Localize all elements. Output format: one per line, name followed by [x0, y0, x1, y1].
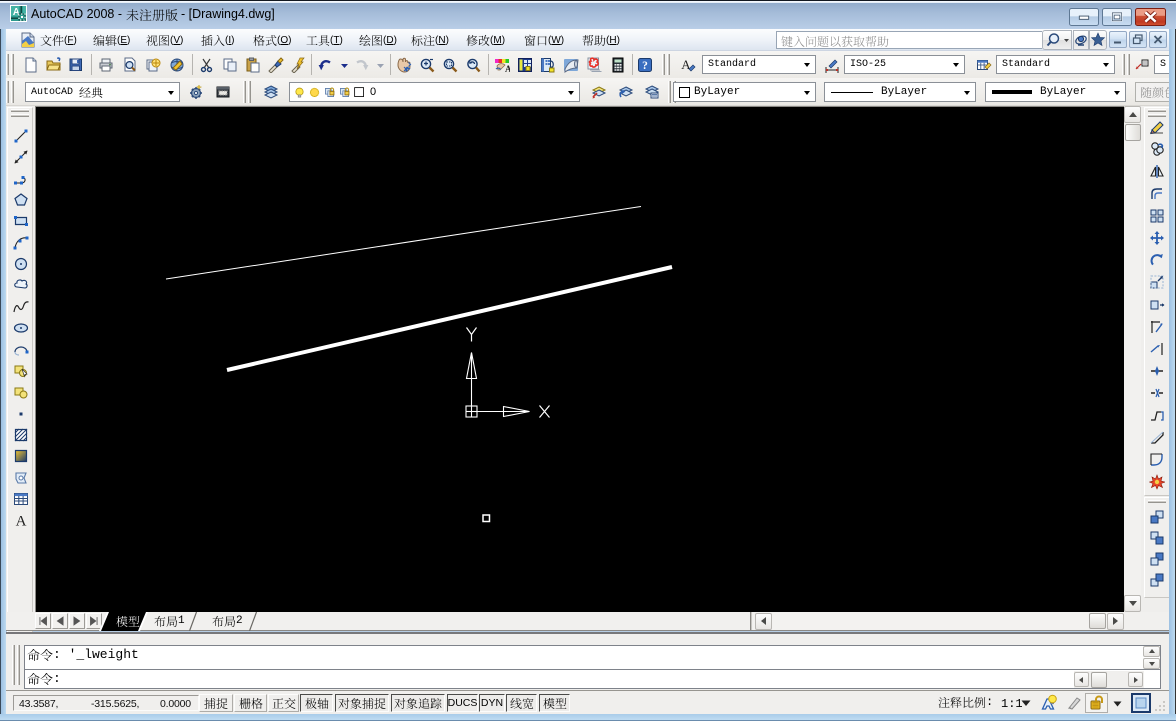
svg-text:?: ? — [642, 60, 648, 72]
svg-text:A: A — [505, 64, 510, 73]
svg-text:A: A — [16, 514, 27, 529]
